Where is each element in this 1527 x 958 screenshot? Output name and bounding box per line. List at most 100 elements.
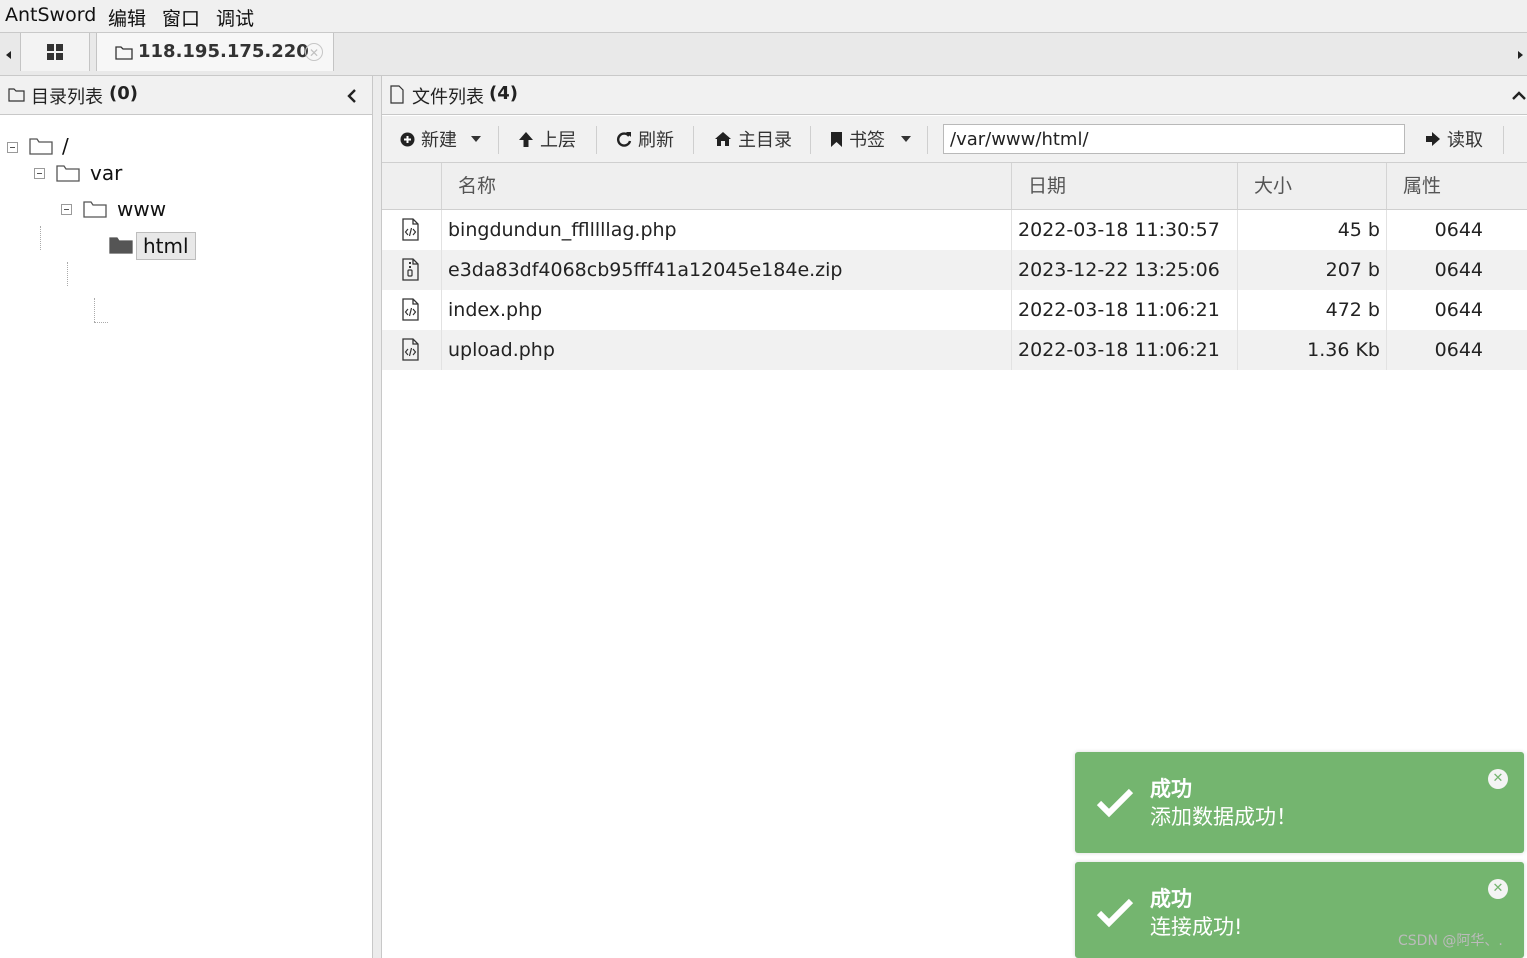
tree-connector [94, 298, 95, 322]
tree-collapse-icon[interactable] [61, 204, 72, 215]
arrow-right-icon [1426, 132, 1440, 146]
column-header-attr[interactable]: 属性 [1386, 163, 1527, 209]
cell-name: upload.php [448, 339, 555, 361]
menu-edit[interactable]: 编辑 [108, 4, 146, 31]
column-header-name[interactable]: 名称 [441, 163, 1011, 209]
cell-divider [1011, 250, 1012, 290]
arrow-up-icon [519, 131, 533, 147]
bookmark-button[interactable]: 书签 [830, 116, 913, 162]
file-icon [390, 85, 404, 104]
refresh-label: 刷新 [638, 130, 674, 151]
cell-size: 207 b [1325, 259, 1380, 281]
tree-node-root[interactable]: / [7, 133, 357, 163]
cell-divider [1011, 290, 1012, 330]
zip-file-icon [402, 258, 419, 281]
tree-node-label: var [90, 161, 123, 185]
tree-connector [67, 262, 68, 286]
close-circle-icon[interactable]: ✕ [305, 43, 323, 61]
path-input[interactable] [943, 124, 1405, 154]
cell-date: 2022-03-18 11:06:21 [1018, 339, 1220, 361]
tree-node-label: www [117, 197, 167, 221]
up-level-button[interactable]: 上层 [518, 116, 576, 162]
cell-divider [441, 330, 442, 370]
file-toolbar: 新建 上层 刷新 主目录 书签 读取 [382, 116, 1527, 163]
menu-debug[interactable]: 调试 [216, 4, 254, 31]
tab-scroll-right-icon[interactable] [1514, 47, 1526, 61]
tree-node-label: / [62, 134, 69, 158]
refresh-button[interactable]: 刷新 [616, 116, 674, 162]
tree-collapse-icon[interactable] [34, 168, 45, 179]
check-icon [1096, 898, 1134, 928]
toast-title: 成功 [1150, 777, 1192, 801]
menu-window[interactable]: 窗口 [162, 4, 200, 31]
table-row[interactable]: index.php 2022-03-18 11:06:21 472 b 0644 [382, 290, 1527, 330]
cell-date: 2023-12-22 13:25:06 [1018, 259, 1220, 281]
new-button-label: 新建 [421, 130, 457, 151]
column-header-date[interactable]: 日期 [1011, 163, 1237, 209]
table-row[interactable]: upload.php 2022-03-18 11:06:21 1.36 Kb 0644 [382, 330, 1527, 370]
cell-date: 2022-03-18 11:06:21 [1018, 299, 1220, 321]
file-pane-count: (4) [489, 83, 518, 104]
close-icon[interactable]: ✕ [1488, 879, 1508, 899]
directory-pane-header: 目录列表 (0) [0, 76, 372, 115]
tab-home[interactable] [20, 33, 90, 71]
bookmark-label: 书签 [849, 130, 885, 151]
menu-app-name[interactable]: AntSword [5, 4, 96, 26]
folder-icon [56, 165, 80, 182]
folder-icon [83, 201, 107, 218]
toolbar-divider [927, 126, 928, 154]
chevron-left-icon[interactable] [345, 88, 359, 104]
cell-divider [441, 290, 442, 330]
tab-scroll-left-icon[interactable] [2, 47, 14, 61]
table-row[interactable]: e3da83df4068cb95fff41a12045e184e.zip 2023… [382, 250, 1527, 290]
folder-icon [8, 88, 25, 102]
read-button[interactable]: 读取 [1425, 116, 1483, 162]
cell-divider [1237, 210, 1238, 250]
tree-node-label-selected: html [136, 232, 196, 260]
tab-connection[interactable]: 118.195.175.220 ✕ [96, 33, 334, 71]
toast-message: 连接成功! [1150, 915, 1243, 939]
column-header-size[interactable]: 大小 [1237, 163, 1386, 209]
cell-divider [1237, 290, 1238, 330]
pane-splitter[interactable] [373, 76, 382, 958]
toolbar-divider [693, 126, 694, 154]
tree-collapse-icon[interactable] [7, 142, 18, 153]
file-grid-body: bingdundun_fflllllag.php 2022-03-18 11:30… [382, 210, 1527, 370]
cell-divider [441, 250, 442, 290]
bookmark-icon [831, 131, 842, 147]
toolbar-divider [596, 126, 597, 154]
cell-divider [1237, 330, 1238, 370]
tree-node-html[interactable]: html [108, 232, 328, 262]
caret-down-icon [471, 136, 481, 142]
new-button[interactable]: 新建 [400, 116, 483, 162]
grid-icon [47, 44, 63, 60]
tree-node-var[interactable]: var [34, 160, 354, 190]
cell-size: 472 b [1325, 299, 1380, 321]
cell-size: 1.36 Kb [1307, 339, 1380, 361]
toolbar-divider [498, 126, 499, 154]
directory-pane: 目录列表 (0) / var www html [0, 76, 373, 958]
folder-icon [29, 138, 53, 155]
tree-node-www[interactable]: www [61, 196, 351, 226]
toast-message: 添加数据成功！ [1150, 805, 1297, 829]
table-row[interactable]: bingdundun_fflllllag.php 2022-03-18 11:30… [382, 210, 1527, 250]
cell-name: bingdundun_fflllllag.php [448, 219, 677, 241]
watermark: CSDN @阿华、. [1398, 933, 1503, 949]
directory-pane-title: 目录列表 [31, 87, 103, 108]
file-grid-header: 名称 日期 大小 属性 [382, 163, 1527, 210]
refresh-icon [617, 132, 632, 147]
toast-notification: 成功 添加数据成功！ ✕ [1075, 752, 1524, 853]
home-dir-button[interactable]: 主目录 [714, 116, 792, 162]
php-file-icon [402, 338, 419, 361]
menu-bar: AntSword 编辑 窗口 调试 [0, 0, 1527, 32]
chevron-up-icon[interactable] [1511, 89, 1527, 101]
cell-size: 45 b [1337, 219, 1380, 241]
up-level-label: 上层 [540, 130, 576, 151]
php-file-icon [402, 218, 419, 241]
close-icon[interactable]: ✕ [1488, 769, 1508, 789]
cell-divider [441, 210, 442, 250]
plus-circle-icon [400, 132, 415, 146]
cell-attr: 0644 [1434, 259, 1483, 281]
folder-icon [115, 46, 133, 60]
php-file-icon [402, 298, 419, 321]
